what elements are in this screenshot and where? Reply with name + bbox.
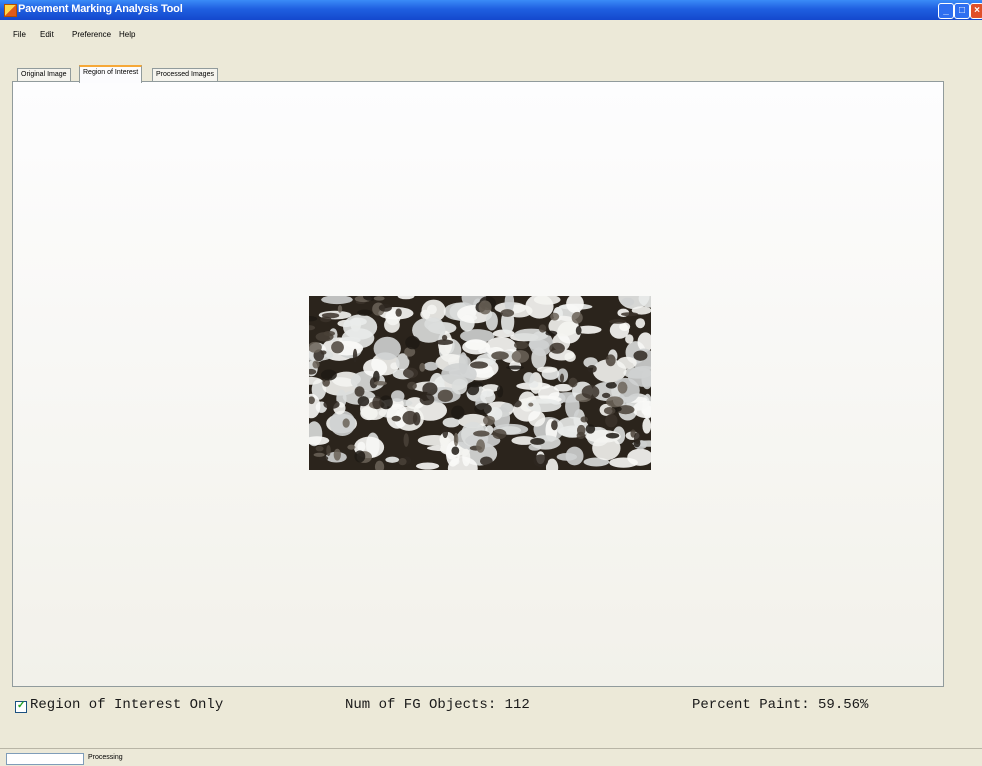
- app-icon: [4, 4, 17, 17]
- fg-objects-readout: Num of FG Objects: 112: [345, 697, 530, 713]
- tab-region-of-interest[interactable]: Region of Interest: [79, 65, 143, 83]
- roi-only-checkbox[interactable]: ✓: [15, 700, 27, 713]
- title-bar[interactable]: Pavement Marking Analysis Tool _ □ ×: [0, 0, 982, 20]
- roi-only-label: Region of Interest Only: [30, 697, 224, 713]
- progress-bar: [6, 753, 84, 765]
- check-icon: ✓: [17, 700, 26, 711]
- tab-processed-images[interactable]: Processed Images: [152, 68, 218, 82]
- menu-edit[interactable]: Edit: [40, 30, 54, 39]
- tab-original-image[interactable]: Original Image: [17, 68, 71, 82]
- menu-bar: File Edit Preference Help: [0, 20, 982, 46]
- menu-help[interactable]: Help: [119, 30, 135, 39]
- percent-paint-readout: Percent Paint: 59.56%: [692, 697, 869, 713]
- roi-image: [309, 296, 651, 470]
- status-text: Processing: [88, 754, 123, 761]
- menu-preference[interactable]: Preference: [72, 30, 111, 39]
- minimize-button[interactable]: _: [938, 3, 954, 19]
- pavement-texture: [309, 296, 651, 470]
- window-title: Pavement Marking Analysis Tool: [18, 3, 183, 15]
- close-button[interactable]: ×: [970, 3, 982, 19]
- maximize-button[interactable]: □: [954, 3, 970, 19]
- status-bar: Processing: [0, 748, 982, 766]
- menu-file[interactable]: File: [13, 30, 26, 39]
